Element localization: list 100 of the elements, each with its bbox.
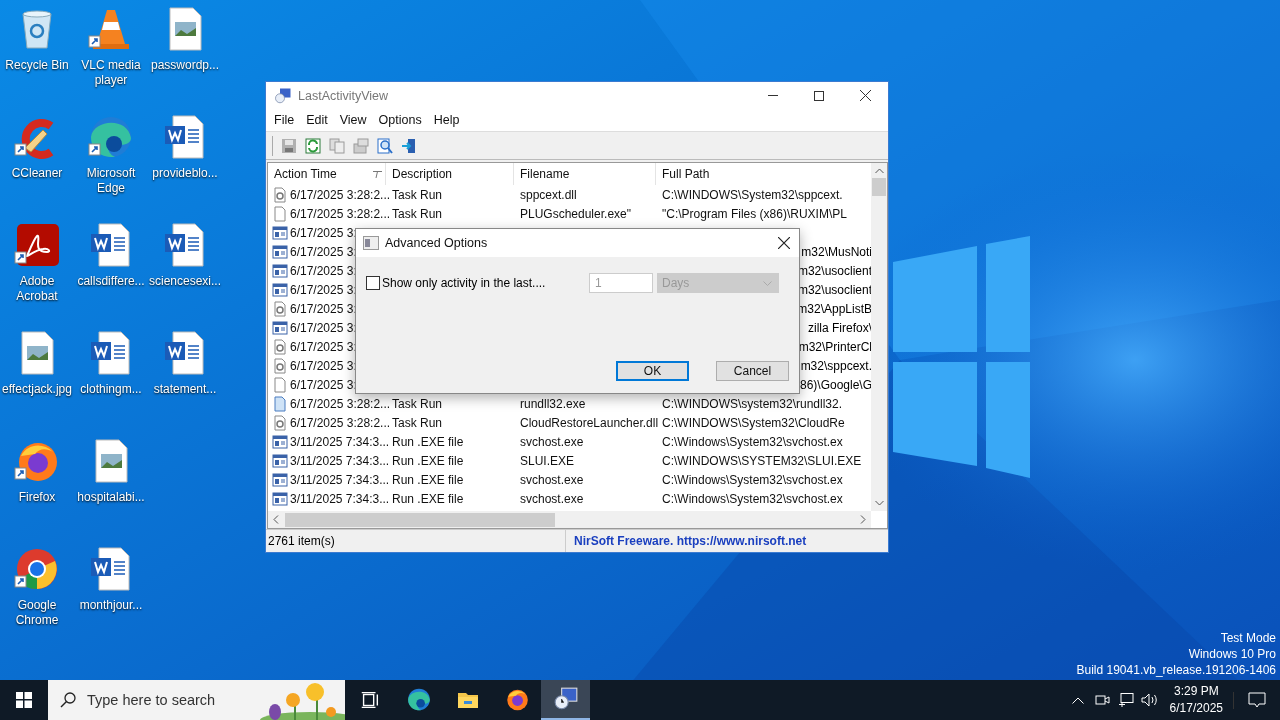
- chevron-up-icon[interactable]: [1071, 696, 1084, 704]
- desktop-icon-label[interactable]: Adobe Acrobat: [0, 274, 74, 304]
- website-link[interactable]: NirSoft Freeware. https://www.nirsoft.net: [574, 534, 807, 548]
- table-cell: 3/11/2025 7:34:3...: [290, 453, 390, 468]
- program-icon: [272, 243, 288, 260]
- sort-icon: [372, 170, 382, 178]
- search-field[interactable]: Type here to search: [48, 680, 345, 720]
- copy-icon: [329, 137, 345, 154]
- table-cell: rundll32.exe: [520, 396, 586, 411]
- table-cell: 6/17/2025 3:28:2...: [290, 206, 391, 221]
- close-icon: [859, 90, 871, 101]
- table-cell: SLUI.EXE: [520, 453, 575, 468]
- save-icon: [281, 137, 297, 154]
- file-icon: [272, 395, 288, 412]
- table-cell: Run .EXE file: [392, 472, 464, 487]
- program-icon: [272, 262, 288, 279]
- program-icon: [272, 319, 288, 336]
- scroll-thumb[interactable]: [285, 512, 555, 527]
- table-cell: svchost.exe: [520, 472, 584, 487]
- table-cell: C:\Windows\System32\svchost.ex: [662, 472, 843, 487]
- menu-item[interactable]: File: [268, 113, 301, 127]
- clock-time[interactable]: 3:29 PM: [1173, 683, 1219, 700]
- caret-icon: [763, 280, 772, 286]
- table-cell: m32\sppcext.: [800, 358, 871, 373]
- table-cell: svchost.exe: [520, 491, 584, 506]
- taskbar-app[interactable]: [541, 680, 590, 720]
- activity-checkbox[interactable]: Show only activity in the last....: [366, 276, 591, 290]
- horizontal-scrollbar[interactable]: [268, 511, 871, 528]
- desktop-icon-label[interactable]: Recycle Bin: [0, 58, 74, 73]
- table-cell: 6/17/2025 3:28:2...: [290, 396, 391, 411]
- desktop-icon-label[interactable]: callsdiffere...: [74, 274, 148, 289]
- table-cell: 6/17/2025 3:28:2...: [290, 415, 391, 430]
- settings-file-icon: [272, 357, 288, 374]
- table-cell: "C:\Program Files (x86)\RUXIM\PL: [662, 206, 847, 221]
- notification-icon[interactable]: [1248, 691, 1266, 709]
- program-icon: [272, 471, 288, 488]
- desktop-icon-label[interactable]: Microsoft Edge: [74, 166, 148, 196]
- program-icon: [272, 281, 288, 298]
- desktop-icon-label[interactable]: provideblo...: [148, 166, 222, 181]
- network-icon[interactable]: [1117, 692, 1134, 708]
- desktop-icon-label[interactable]: clothingm...: [74, 382, 148, 397]
- desktop-icon-label[interactable]: hospitalabi...: [74, 490, 148, 505]
- file-icon: [272, 205, 288, 222]
- dialog-button[interactable]: Cancel: [716, 361, 789, 381]
- dialog-icon: [363, 236, 379, 250]
- desktop-icon-label[interactable]: statement...: [148, 382, 222, 397]
- search-icon: [377, 137, 393, 154]
- window-title: LastActivityView: [298, 88, 390, 103]
- table-cell: Task Run: [392, 415, 443, 430]
- column-header[interactable]: Filename: [514, 163, 656, 185]
- os-notice-text: Test Mode: [1220, 630, 1276, 646]
- menu-item[interactable]: Edit: [300, 113, 334, 127]
- close-icon: [778, 237, 790, 249]
- desktop-icon-label[interactable]: Firefox: [0, 490, 74, 505]
- column-header[interactable]: Description: [386, 163, 514, 185]
- settings-file-icon: [272, 300, 288, 317]
- desktop-icon-label[interactable]: monthjour...: [74, 598, 148, 613]
- os-notice-text: Windows 10 Pro: [1188, 646, 1276, 662]
- table-cell: C:\WINDOWS\System32\sppcext.: [662, 187, 843, 202]
- menu-item[interactable]: Options: [372, 113, 428, 127]
- clock-date[interactable]: 6/17/2025: [1169, 700, 1223, 717]
- table-cell: Task Run: [392, 396, 443, 411]
- table-cell: 86)\Google\G: [799, 377, 871, 392]
- desktop-icon-label[interactable]: effectjack.jpg: [0, 382, 74, 397]
- camera-icon[interactable]: [1093, 692, 1110, 708]
- scroll-thumb[interactable]: [872, 178, 886, 196]
- menu-item[interactable]: View: [333, 113, 373, 127]
- monitor-clock-icon: [552, 686, 579, 712]
- desktop-icon-label[interactable]: CCleaner: [0, 166, 74, 181]
- table-cell: svchost.exe: [520, 434, 584, 449]
- table-cell: 3/11/2025 7:34:3...: [290, 491, 390, 506]
- table-cell: 3/11/2025 7:34:3...: [290, 434, 390, 449]
- item-count: 2761 item(s): [268, 534, 335, 548]
- table-cell: m32\usoclient: [797, 263, 871, 278]
- table-cell: C:\WINDOWS\SYSTEM32\SLUI.EXE: [662, 453, 862, 468]
- column-header[interactable]: Action Time: [268, 163, 386, 185]
- refresh-icon: [305, 137, 321, 154]
- table-cell: Task Run: [392, 187, 443, 202]
- desktop-icon-label[interactable]: VLC media player: [74, 58, 148, 88]
- exit-icon: [401, 137, 417, 154]
- table-cell: Run .EXE file: [392, 434, 464, 449]
- desktop-icon-label[interactable]: Google Chrome: [0, 598, 74, 628]
- vertical-scrollbar[interactable]: [871, 163, 887, 511]
- swirl-icon: [405, 687, 432, 713]
- table-cell: 6/17/2025 3:28:2...: [290, 187, 391, 202]
- table-cell: m32\MusNoti: [801, 244, 871, 259]
- table-cell: m32\AppListB: [797, 301, 871, 316]
- settings-file-icon: [272, 414, 288, 431]
- minimize-icon: [768, 95, 778, 96]
- table-cell: m32\PrinterCl: [798, 339, 871, 354]
- desktop-icon-label[interactable]: sciencesexi...: [148, 274, 222, 289]
- file-icon: [272, 376, 288, 393]
- menu-item[interactable]: Help: [427, 113, 466, 127]
- table-cell: C:\Windows\System32\svchost.ex: [662, 434, 843, 449]
- table-cell: C:\Windows\System32\svchost.ex: [662, 491, 843, 506]
- desktop-icon-label[interactable]: passwordp...: [148, 58, 222, 73]
- dialog-button[interactable]: OK: [616, 361, 689, 381]
- volume-icon[interactable]: [1140, 692, 1159, 708]
- table-cell: CloudRestoreLauncher.dll: [520, 415, 659, 430]
- maximize-icon: [814, 90, 824, 101]
